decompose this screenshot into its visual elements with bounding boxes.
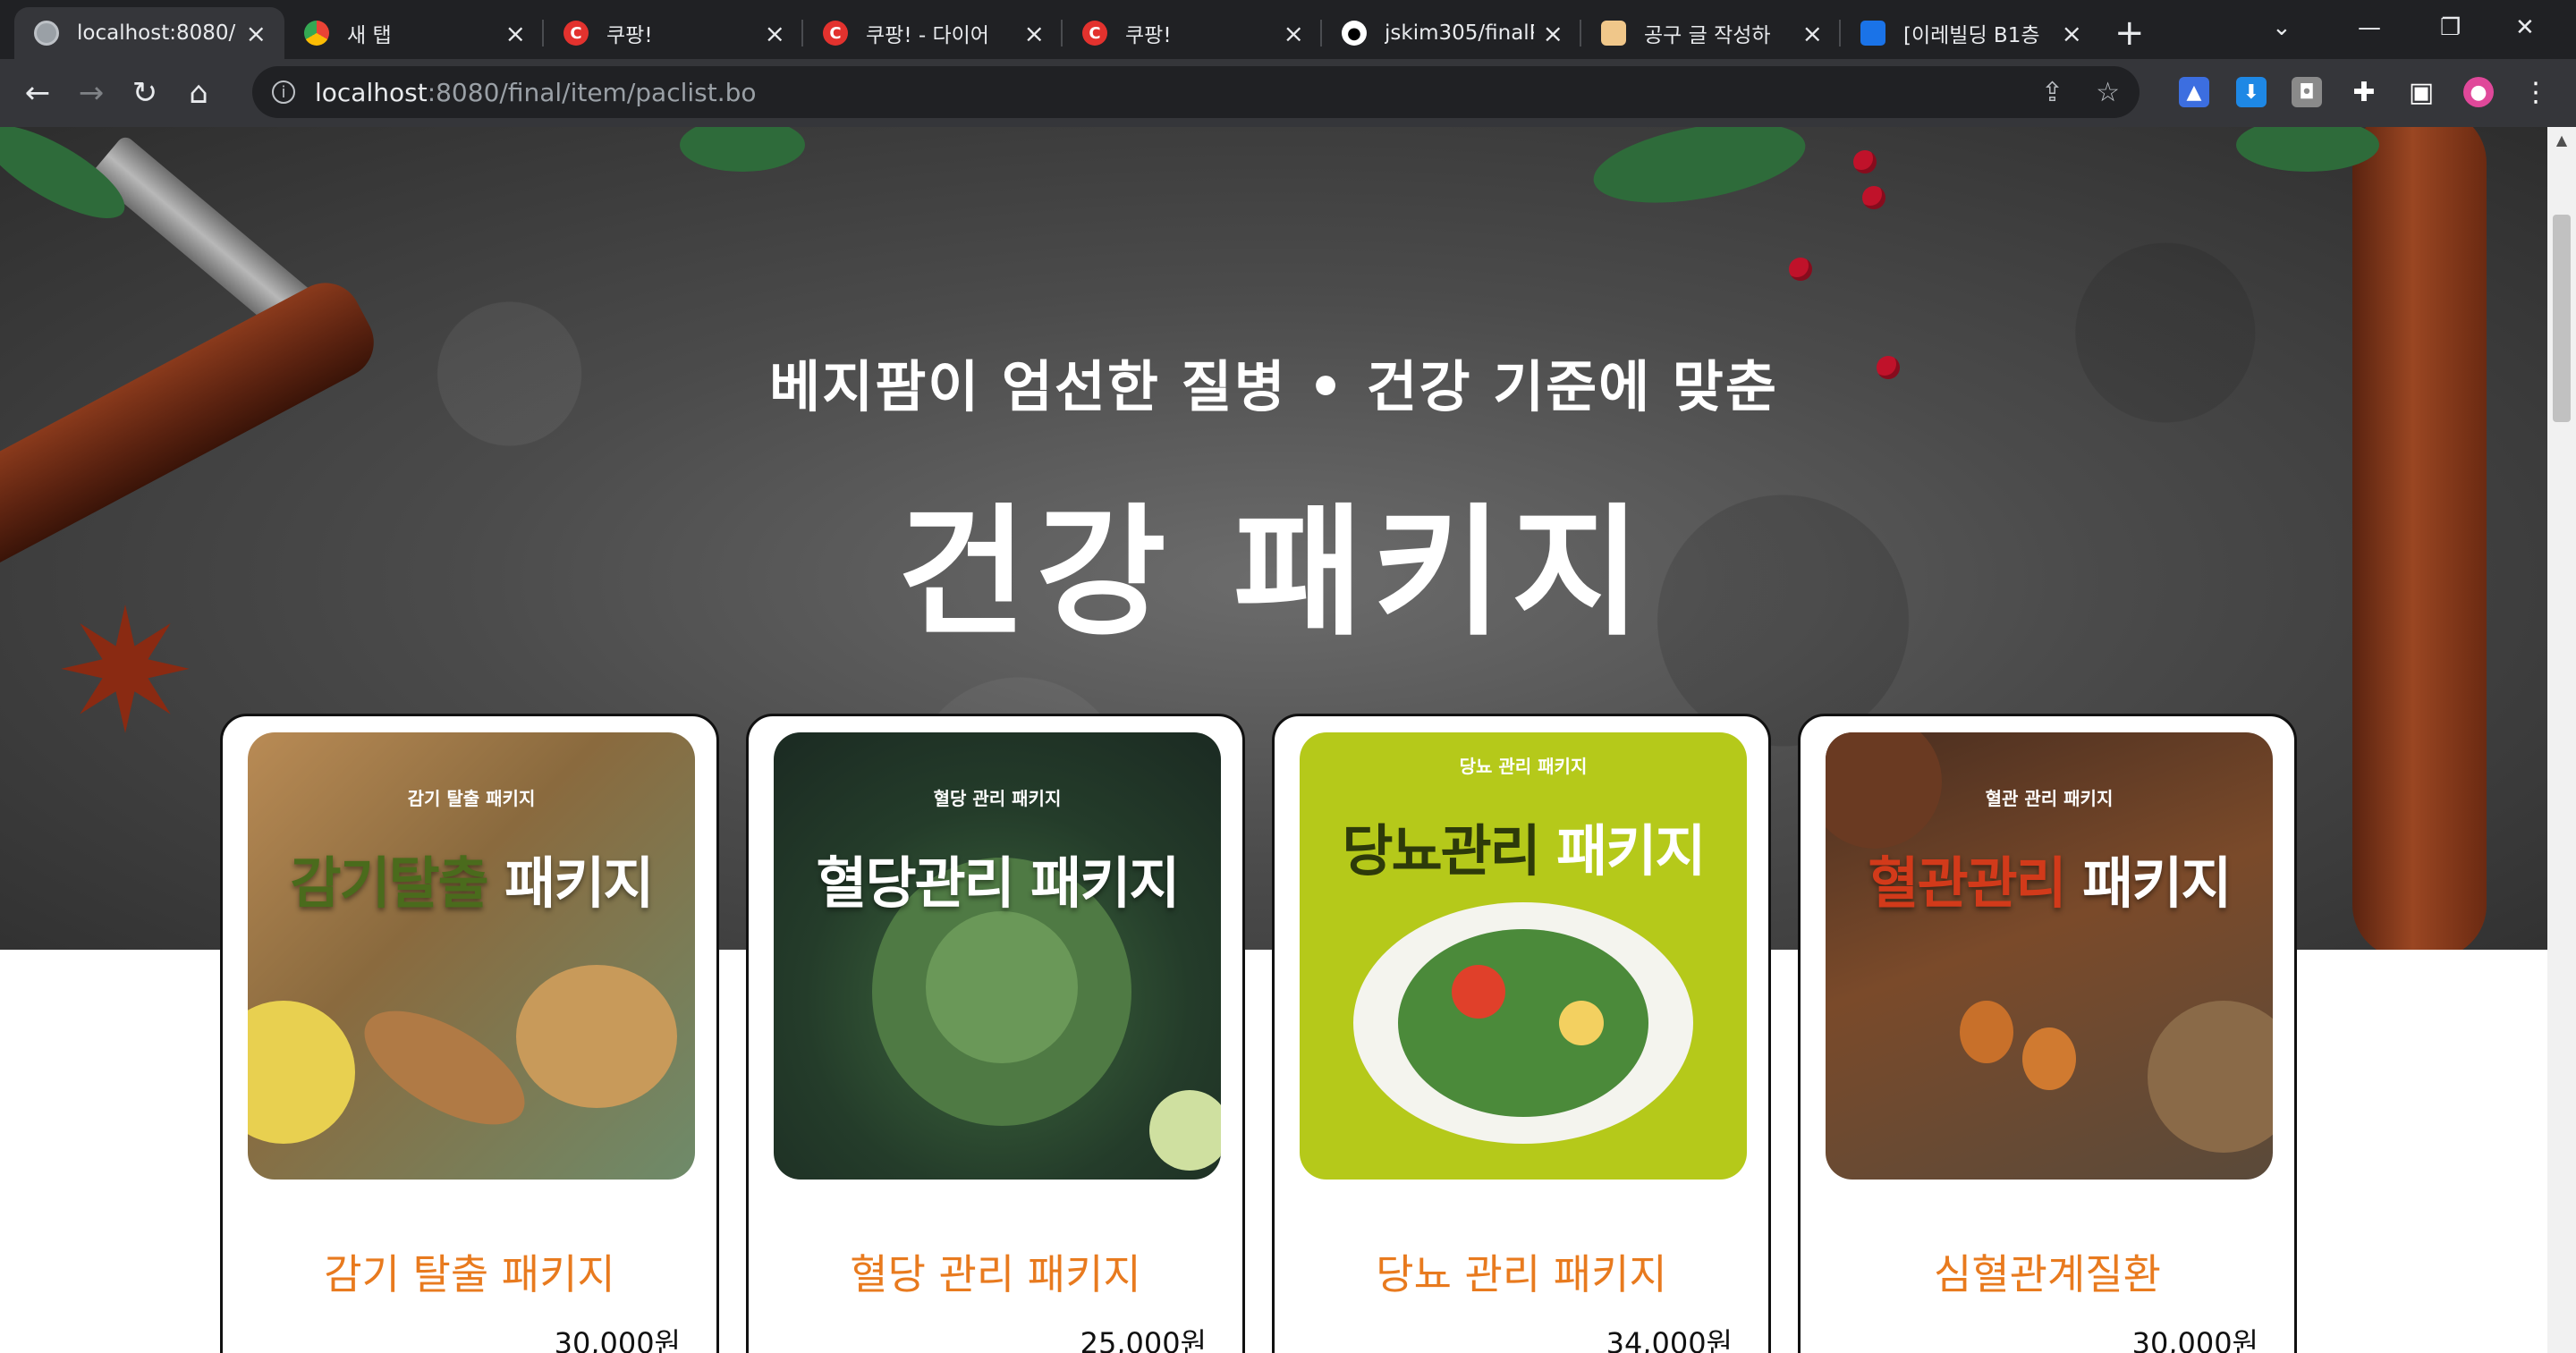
package-image-headline: 혈관관리 패키지 xyxy=(1868,850,2233,916)
minimize-icon[interactable]: — xyxy=(2358,0,2381,55)
url-text: localhost:8080/final/item/paclist.bo xyxy=(315,77,757,107)
package-name[interactable]: 혈당 관리 패키지 xyxy=(749,1242,1242,1301)
tab-localhost[interactable]: localhost:8080/ × xyxy=(14,7,284,59)
hero-title: 건강 패키지 xyxy=(897,491,1650,655)
tab-title: 공구 글 작성하 xyxy=(1644,24,1771,47)
tab-ire-building[interactable]: [이레빌딩 B1층 × xyxy=(1841,7,2100,59)
close-tab-icon[interactable]: × xyxy=(765,19,785,48)
scrollbar-thumb[interactable] xyxy=(2553,215,2571,422)
package-image-headline: 감기탈출 패키지 xyxy=(290,850,655,916)
side-panel-icon[interactable]: ▣ xyxy=(2406,77,2436,108)
hero-subtitle: 베지팜이 엄선한 질병 • 건강 기준에 맞춘 xyxy=(769,354,1778,419)
package-image[interactable]: 혈관 관리 패키지 혈관관리 패키지 xyxy=(1826,732,2273,1180)
package-card[interactable]: 혈당 관리 패키지 혈당관리 패키지 혈당 관리 패키지 25,000원 xyxy=(746,714,1245,1353)
close-tab-icon[interactable]: × xyxy=(246,19,267,48)
package-card[interactable]: 당뇨 관리 패키지 당뇨관리 패키지 당뇨 관리 패키지 34,000원 xyxy=(1272,714,1771,1353)
browser-toolbar: ← → ↻ ⌂ i localhost:8080/final/item/pacl… xyxy=(0,59,2576,127)
package-image-headline: 당뇨관리 패키지 xyxy=(1342,818,1707,884)
page-viewport: ✷ 베지팜이 엄선한 질병 • 건강 기준에 맞춘 건강 패키지 감기 탈출 패… xyxy=(0,127,2547,1353)
package-image-headline: 혈당관리 패키지 xyxy=(816,850,1181,916)
package-image-caption: 혈당 관리 패키지 xyxy=(933,788,1062,809)
tab-github[interactable]: ● jskim305/finalP × xyxy=(1322,7,1581,59)
avatar[interactable]: ● xyxy=(2463,77,2494,107)
new-tab-button[interactable]: + xyxy=(2114,7,2145,59)
close-tab-icon[interactable]: × xyxy=(1284,19,1304,48)
package-image[interactable]: 당뇨 관리 패키지 당뇨관리 패키지 xyxy=(1300,732,1747,1180)
close-tab-icon[interactable]: × xyxy=(1543,19,1563,48)
coupang-icon: C xyxy=(564,21,589,46)
extension-icon[interactable]: ◘ xyxy=(2292,77,2322,107)
close-tab-icon[interactable]: × xyxy=(1024,19,1045,48)
coupang-icon: C xyxy=(823,21,848,46)
package-name[interactable]: 심혈관계질환 xyxy=(1801,1242,2294,1301)
tab-group-buy[interactable]: 공구 글 작성하 × xyxy=(1581,7,1841,59)
package-image-caption: 혈관 관리 패키지 xyxy=(1985,788,2114,809)
bookmark-star-icon[interactable]: ☆ xyxy=(2096,77,2120,108)
package-image-caption: 감기 탈출 패키지 xyxy=(407,788,536,809)
puzzle-icon[interactable]: ✚ xyxy=(2349,77,2379,108)
package-price: 30,000원 xyxy=(554,1326,681,1353)
tab-title: 새 탭 xyxy=(347,24,392,47)
back-icon[interactable]: ← xyxy=(11,75,64,111)
close-window-icon[interactable]: ✕ xyxy=(2515,0,2535,55)
tab-coupang-2[interactable]: C 쿠팡! - 다이어 × xyxy=(803,7,1063,59)
package-price: 25,000원 xyxy=(1080,1326,1207,1353)
share-icon[interactable]: ⇪ xyxy=(2041,77,2063,108)
package-image[interactable]: 혈당 관리 패키지 혈당관리 패키지 xyxy=(774,732,1221,1180)
close-tab-icon[interactable]: × xyxy=(2062,19,2082,48)
package-card-list: 감기 탈출 패키지 감기탈출 패키지 감기 탈출 패키지 30,000원 혈당 … xyxy=(220,714,2299,1353)
download-icon[interactable]: ⬇ xyxy=(2236,77,2267,107)
package-price: 34,000원 xyxy=(1606,1326,1733,1353)
tab-new-tab[interactable]: 새 탭 × xyxy=(284,7,544,59)
globe-icon xyxy=(34,21,59,46)
forward-icon[interactable]: → xyxy=(64,75,118,111)
address-bar[interactable]: i localhost:8080/final/item/paclist.bo ⇪… xyxy=(252,66,2140,118)
berry-decoration xyxy=(1862,186,1885,209)
tab-title: 쿠팡! xyxy=(1125,24,1172,47)
package-card[interactable]: 감기 탈출 패키지 감기탈출 패키지 감기 탈출 패키지 30,000원 xyxy=(220,714,719,1353)
package-name[interactable]: 감기 탈출 패키지 xyxy=(223,1242,716,1301)
berry-decoration xyxy=(1789,258,1812,281)
tab-title: localhost:8080/ xyxy=(77,21,236,45)
site-info-icon[interactable]: i xyxy=(272,80,295,104)
tab-title: 쿠팡! - 다이어 xyxy=(866,24,989,47)
chrome-icon xyxy=(304,21,329,46)
blue-app-icon xyxy=(1860,21,1885,46)
reload-icon[interactable]: ↻ xyxy=(118,75,172,111)
package-card[interactable]: 혈관 관리 패키지 혈관관리 패키지 심혈관계질환 30,000원 xyxy=(1798,714,2297,1353)
folder-icon xyxy=(1601,21,1626,46)
coupang-icon: C xyxy=(1082,21,1107,46)
close-tab-icon[interactable]: × xyxy=(505,19,526,48)
package-image[interactable]: 감기 탈출 패키지 감기탈출 패키지 xyxy=(248,732,695,1180)
berry-decoration xyxy=(1853,150,1877,173)
package-image-caption: 당뇨 관리 패키지 xyxy=(1459,756,1588,777)
package-price: 30,000원 xyxy=(2131,1326,2258,1353)
extension-icon[interactable]: ▲ xyxy=(2179,77,2209,107)
tab-coupang-3[interactable]: C 쿠팡! × xyxy=(1063,7,1322,59)
tab-coupang-1[interactable]: C 쿠팡! × xyxy=(544,7,803,59)
browser-tab-strip: localhost:8080/ × 새 탭 × C 쿠팡! × C 쿠팡! - … xyxy=(0,0,2576,59)
home-icon[interactable]: ⌂ xyxy=(172,75,225,111)
tab-title: jskim305/finalP xyxy=(1385,21,1534,45)
tab-search-icon[interactable]: ⌄ xyxy=(2272,0,2292,55)
menu-icon[interactable]: ⋮ xyxy=(2521,77,2551,108)
scroll-up-icon[interactable]: ▲ xyxy=(2547,127,2576,154)
tab-title: [이레빌딩 B1층 xyxy=(1903,24,2040,47)
vertical-scrollbar[interactable]: ▲ xyxy=(2547,127,2576,1353)
close-tab-icon[interactable]: × xyxy=(1802,19,1823,48)
package-name[interactable]: 당뇨 관리 패키지 xyxy=(1275,1242,1768,1301)
tab-title: 쿠팡! xyxy=(606,24,653,47)
github-icon: ● xyxy=(1342,21,1367,46)
restore-icon[interactable]: ❐ xyxy=(2440,0,2461,55)
